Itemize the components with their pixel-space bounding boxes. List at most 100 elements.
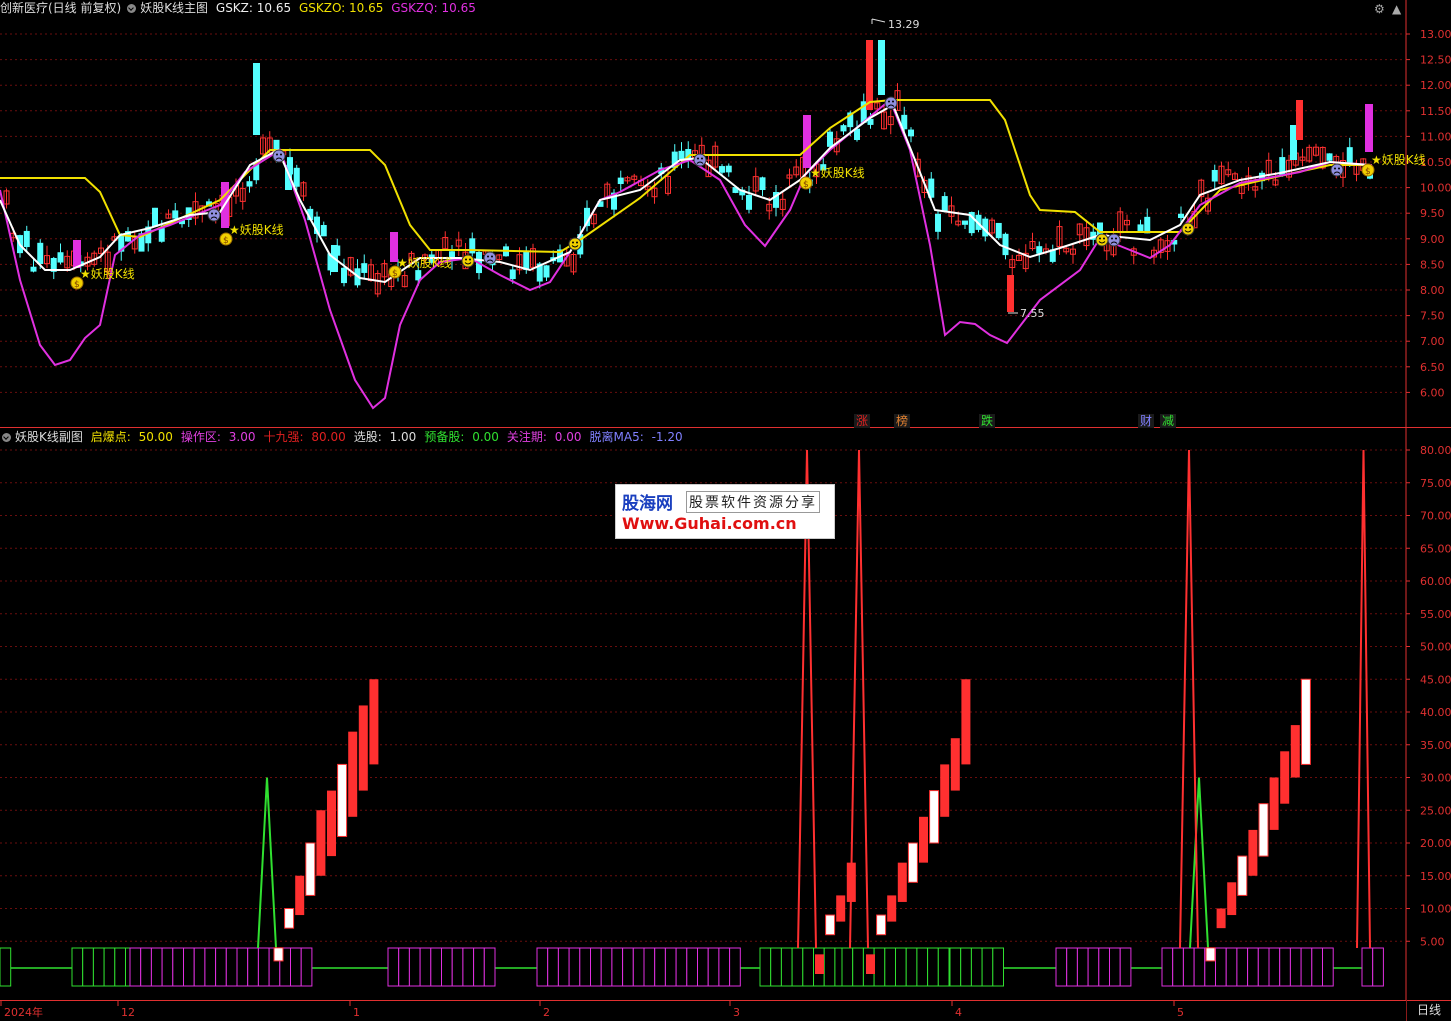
zone-column [557,947,570,987]
candle-body [172,210,179,219]
zone-column [916,947,929,987]
zone-column [579,947,591,987]
face-eye [1185,226,1187,229]
candle-body [37,242,44,265]
ladder-bar [866,954,875,974]
face-circle [272,149,286,163]
face-eye [888,100,890,103]
zone-column [1055,947,1068,987]
zone-column [632,947,645,987]
zone-column [387,947,400,987]
candle-body-large [878,40,885,95]
face-circle [1330,163,1344,177]
zone-column [1076,947,1089,987]
candle-body-large [253,63,260,135]
candle-body [543,265,550,278]
candle-body [719,166,725,173]
candle-body [995,222,1002,239]
price-tick-label: 9.50 [1420,207,1445,220]
signal-label: ★妖股K线 [229,223,284,237]
zone-column [949,947,962,987]
zone-column [686,947,698,987]
ladder-bar [940,764,950,817]
ladder-bar [825,914,836,936]
zone-column [590,947,602,987]
price-tick-label: 12.00 [1420,79,1451,92]
zone-column [927,947,939,987]
ladder-bar [907,842,918,883]
zone-column [114,947,127,987]
candle-body [1036,246,1043,254]
zone-column [1300,947,1313,987]
face-eye [487,255,489,258]
zone-column [430,947,442,987]
ladder-bar [846,862,856,902]
magenta-band-line [0,98,1373,410]
zone-column [1279,947,1291,987]
zone-column [1172,947,1184,987]
signal-bar [803,115,811,168]
green-spike [257,777,277,949]
signal-label: ★妖股K线 [1371,153,1426,167]
zone-column [451,947,464,987]
candle-body-large [866,40,873,110]
high-price-arrow [871,18,886,24]
candle-body [840,125,847,132]
zone-column [780,947,793,987]
zone-column [193,947,206,987]
main-price-chart[interactable]: 13.0012.5012.0011.5011.0010.5010.009.509… [0,0,1451,428]
candle-body [415,270,422,281]
face-eye [1189,226,1191,229]
zone-column [225,947,238,987]
period-selector[interactable]: 日线 [1406,1000,1451,1021]
candle-body [293,167,300,187]
face-circle [461,254,475,268]
candle-body [678,150,685,160]
face-circle [483,251,497,265]
sub-tick-label: 65.00 [1420,542,1451,555]
zone-column [654,947,666,987]
ladder-bar [836,895,846,922]
zone-column [247,947,259,987]
ladder-bar [1248,829,1258,876]
zone-column [441,947,453,987]
price-tick-label: 10.00 [1420,182,1451,195]
zone-column [483,947,496,987]
face-eye [215,212,217,215]
date-label: 2024年 [4,1005,43,1019]
face-eye [1099,237,1101,240]
zone-column [398,947,410,987]
zone-column [770,947,782,987]
ladder-bar [887,895,897,922]
zone-column [823,947,836,987]
sub-tick-label: 40.00 [1420,706,1451,719]
zone-column [1322,947,1334,987]
face-eye [572,241,574,244]
zone-column [215,947,227,987]
face-eye [1334,167,1336,170]
zone-column [841,947,854,987]
smiley-face-icon [1181,222,1195,236]
face-eye [1103,237,1105,240]
zone-column [802,947,814,987]
frown-face-icon [693,153,707,167]
sub-tick-label: 20.00 [1420,837,1451,850]
event-marker: 财 [1140,414,1152,428]
date-label: 1 [353,1006,360,1019]
face-circle [1095,233,1109,247]
face-circle [1181,222,1195,236]
price-tick-label: 7.00 [1420,335,1445,348]
ladder-bar [1300,678,1311,765]
candle-body-large [1290,125,1297,160]
zone-column [1066,947,1078,987]
price-tick-label: 8.00 [1420,284,1445,297]
candle-body [509,269,516,280]
ladder-bar [1269,777,1279,830]
candlesticks [3,83,1373,298]
price-tick-label: 13.00 [1420,28,1451,41]
sub-tick-label: 5.00 [1420,935,1445,948]
zone-column [547,947,559,987]
zone-column [1268,947,1281,987]
face-eye [1338,167,1340,170]
candle-body [1137,224,1144,233]
